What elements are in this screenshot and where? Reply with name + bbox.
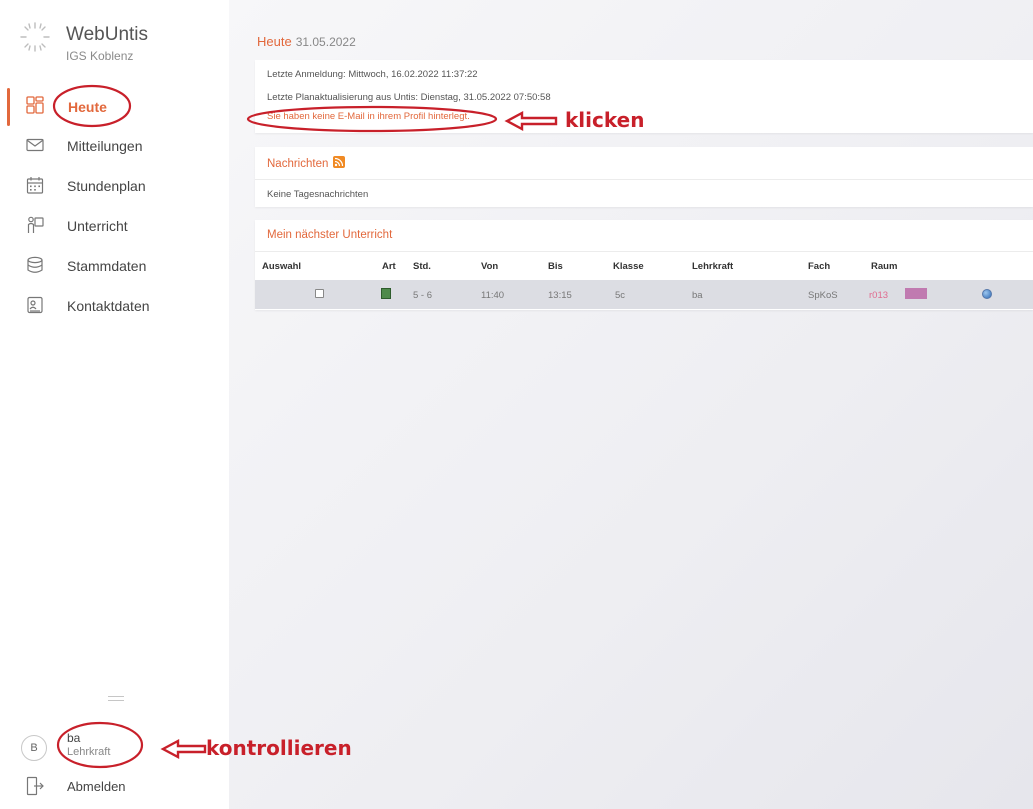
sidebar-item-kontaktdaten[interactable]: Kontaktdaten xyxy=(0,286,229,326)
sidebar-item-stammdaten[interactable]: Stammdaten xyxy=(0,246,229,286)
webuntis-logo-icon xyxy=(20,22,50,52)
column-header-auswahl[interactable]: Auswahl xyxy=(262,261,301,272)
active-indicator xyxy=(7,88,10,126)
annotation-klicken: klicken xyxy=(565,108,645,132)
logout-button[interactable]: Abmelden xyxy=(0,772,229,802)
logout-door-icon xyxy=(26,776,44,796)
last-update-text: Letzte Planaktualisierung aus Untis: Die… xyxy=(267,92,551,103)
rss-icon[interactable] xyxy=(333,156,346,168)
annotation-kontrollieren: kontrollieren xyxy=(206,736,352,760)
column-header-klasse[interactable]: Klasse xyxy=(613,261,644,272)
sidebar-collapse-handle-icon[interactable] xyxy=(108,696,124,702)
avatar[interactable]: B xyxy=(21,735,47,761)
database-icon xyxy=(27,256,43,273)
sidebar-item-mitteilungen[interactable]: Mitteilungen xyxy=(0,126,229,166)
dashboard-grid-icon xyxy=(26,96,44,114)
calendar-icon xyxy=(26,177,44,194)
news-card: Nachrichten Keine Tagesnachrichten xyxy=(255,147,1033,207)
divider xyxy=(255,179,1033,180)
logo: WebUntis IGS Koblenz xyxy=(18,20,218,70)
cell-std: 5 - 6 xyxy=(413,290,433,301)
envelope-icon xyxy=(26,138,44,152)
lessons-header: Mein nächster Unterricht xyxy=(267,229,393,241)
lesson-type-icon xyxy=(381,288,391,299)
news-header: Nachrichten xyxy=(267,156,346,170)
sidebar: WebUntis IGS Koblenz Heute Mitteilungen … xyxy=(0,0,229,809)
teacher-board-icon xyxy=(27,216,44,233)
logout-label: Abmelden xyxy=(67,779,126,794)
news-empty-text: Keine Tagesnachrichten xyxy=(267,189,369,200)
sidebar-item-stundenplan[interactable]: Stundenplan xyxy=(0,166,229,206)
sidebar-nav: Heute Mitteilungen Stundenplan Unterrich… xyxy=(0,86,229,326)
sidebar-item-label: Stammdaten xyxy=(67,258,147,274)
page-title-text: Heute xyxy=(257,34,292,49)
cell-klasse: 5c xyxy=(615,290,626,301)
sidebar-item-label: Unterricht xyxy=(67,218,128,234)
cell-fach: SpKoS xyxy=(808,290,838,301)
news-title: Nachrichten xyxy=(267,158,329,170)
cell-raum[interactable]: r013 xyxy=(869,290,888,301)
column-header-lehrkraft[interactable]: Lehrkraft xyxy=(692,261,733,272)
sidebar-item-label: Heute xyxy=(68,99,107,115)
sidebar-item-label: Kontaktdaten xyxy=(67,298,150,314)
email-missing-link[interactable]: Sie haben keine E-Mail in ihrem Profil h… xyxy=(267,111,470,122)
globe-icon[interactable] xyxy=(982,289,992,299)
next-lessons-card: Mein nächster Unterricht Auswahl Art Std… xyxy=(255,220,1033,310)
room-redaction-mark xyxy=(905,288,927,299)
divider xyxy=(255,251,1033,252)
sidebar-item-heute[interactable]: Heute xyxy=(0,86,229,126)
user-name[interactable]: ba xyxy=(67,731,80,745)
app-title: WebUntis xyxy=(66,24,149,45)
select-checkbox[interactable] xyxy=(315,289,324,298)
cell-lehrkraft: ba xyxy=(692,290,703,301)
cell-von: 11:40 xyxy=(481,290,505,301)
column-header-bis[interactable]: Bis xyxy=(548,261,563,272)
column-header-std[interactable]: Std. xyxy=(413,261,431,272)
contact-card-icon xyxy=(27,296,43,314)
table-row[interactable]: 5 - 6 11:40 13:15 5c ba SpKoS r013 xyxy=(255,280,1033,309)
cell-bis: 13:15 xyxy=(548,290,572,301)
column-header-raum[interactable]: Raum xyxy=(871,261,897,272)
page-date: 31.05.2022 xyxy=(295,35,356,49)
school-name: IGS Koblenz xyxy=(66,49,134,63)
sidebar-item-label: Mitteilungen xyxy=(67,138,143,154)
sidebar-item-unterricht[interactable]: Unterricht xyxy=(0,206,229,246)
column-header-fach[interactable]: Fach xyxy=(808,261,830,272)
sidebar-item-label: Stundenplan xyxy=(67,178,146,194)
column-header-von[interactable]: Von xyxy=(481,261,498,272)
last-login-text: Letzte Anmeldung: Mittwoch, 16.02.2022 1… xyxy=(267,69,478,80)
column-header-art[interactable]: Art xyxy=(382,261,396,272)
page-title: Heute 31.05.2022 xyxy=(257,34,356,49)
user-role: Lehrkraft xyxy=(67,746,111,758)
